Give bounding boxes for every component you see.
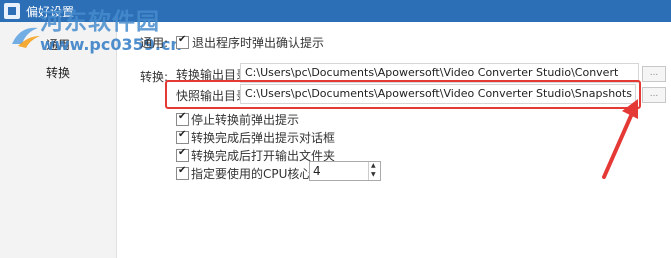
snapshot-dir-field[interactable]: C:\Users\pc\Documents\Apowersoft\Video C… [240,84,636,104]
general-section-label: 通用: [140,36,169,50]
app-icon [4,3,20,19]
stop-convert-prompt-checkbox[interactable] [176,111,189,126]
cpu-cores-value: 4 [313,164,321,178]
cpu-cores-label: 指定要使用的CPU核心数: [191,167,328,181]
annotation-arrow-icon [602,99,638,179]
exit-confirm-label: 退出程序时弹出确认提示 [192,36,325,50]
spinner-up-icon[interactable]: ▲ [371,162,376,169]
done-dialog-label: 转换完成后弹出提示对话框 [191,131,336,145]
convert-section-label: 转换: [140,70,169,84]
sidebar-item-convert[interactable]: 转换 [46,64,70,81]
cpu-cores-spinner[interactable]: 4 ▲ ▼ [309,161,381,181]
exit-confirm-checkbox[interactable] [176,34,189,49]
spinner-down-icon[interactable]: ▼ [371,171,376,178]
open-folder-checkbox[interactable] [176,147,189,162]
stop-convert-prompt-label: 停止转换前弹出提示 [191,113,300,127]
done-dialog-checkbox[interactable] [176,129,189,144]
watermark-logo-icon [12,27,40,48]
snapshot-dir-browse-button[interactable]: ... [642,87,666,103]
sidebar: 通用 转换 [0,22,117,258]
cpu-cores-checkbox[interactable] [176,165,189,180]
output-dir-browse-button[interactable]: ... [642,66,666,82]
watermark-site-name: 河东软件园 [40,8,160,35]
spinner-buttons: ▲ ▼ [368,162,380,180]
